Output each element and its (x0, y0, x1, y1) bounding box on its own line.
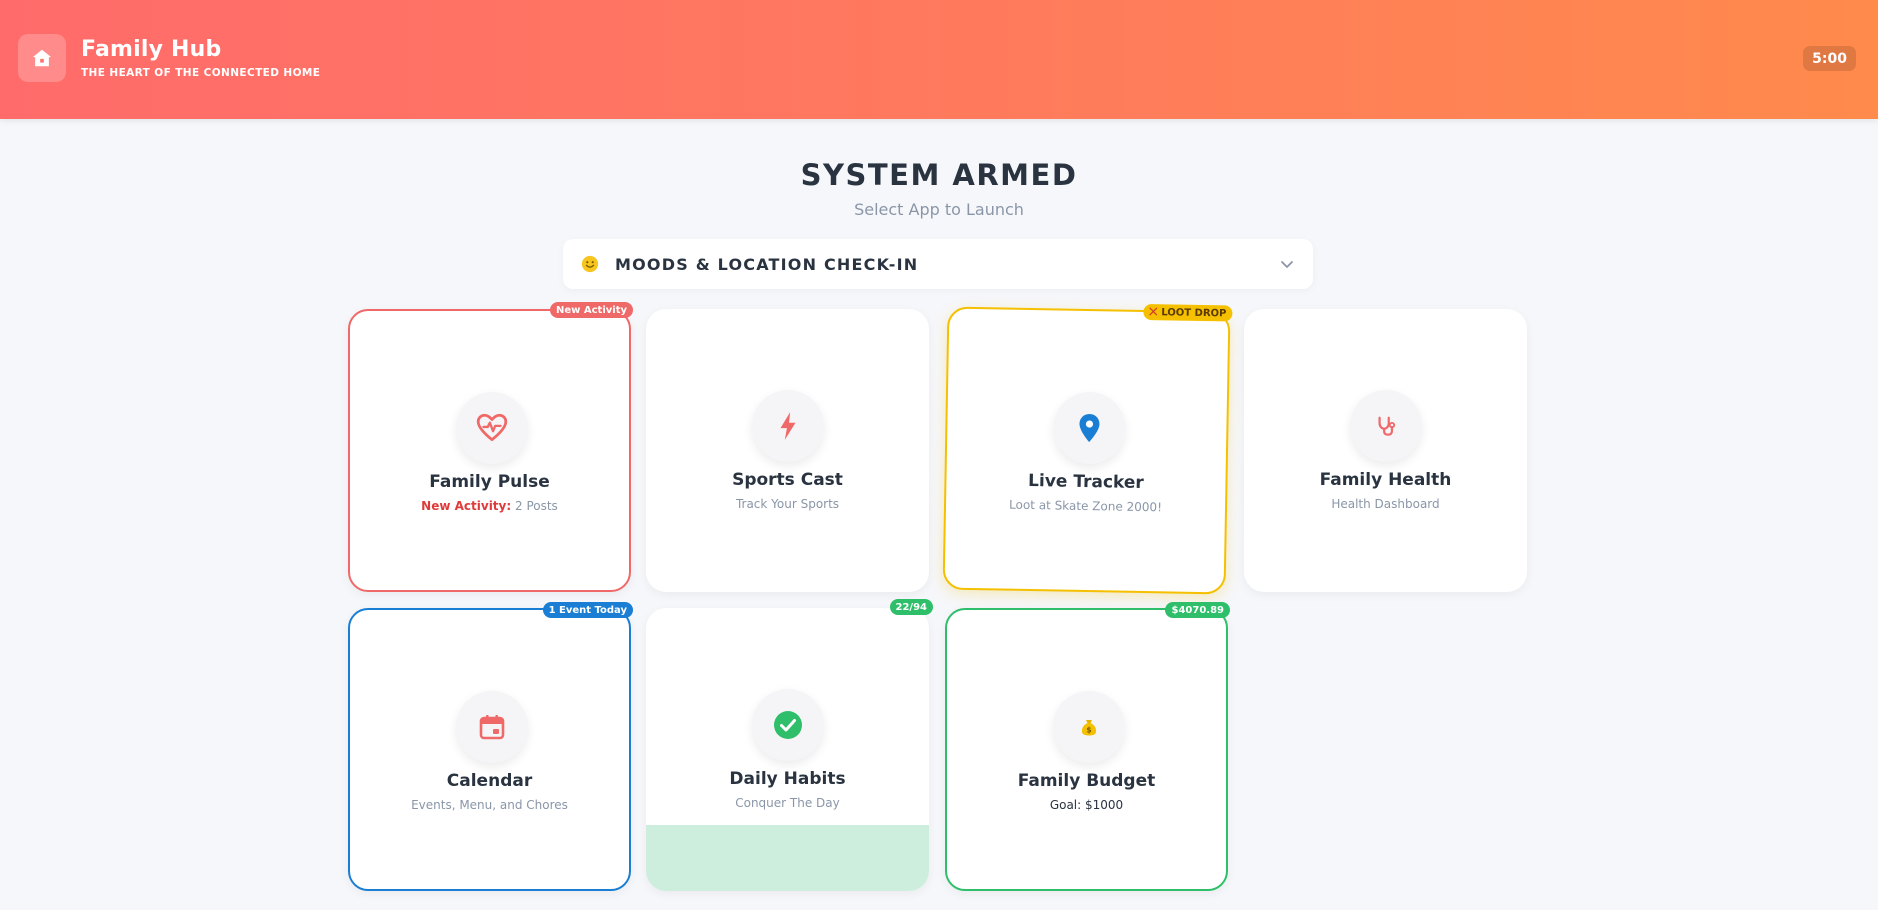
mood-checkin-label: MOODS & LOCATION CHECK-IN (615, 254, 919, 274)
loot-drop-label: LOOT DROP (1161, 306, 1227, 319)
card-title: Family Pulse (429, 472, 550, 492)
card-title: Family Budget (1017, 771, 1156, 791)
heart-pulse-icon (476, 413, 508, 442)
card-title: Calendar (446, 771, 533, 791)
post-count: 2 Posts (515, 499, 558, 513)
app-subtitle: THE HEART OF THE CONNECTED HOME (81, 67, 321, 79)
card-icon-wrap (752, 390, 824, 462)
money-bag-icon: $ (1081, 720, 1097, 736)
app-card-daily-habits[interactable]: 22/94 Daily Habits Conquer The Day (646, 599, 933, 891)
session-timer: 5:00 (1803, 46, 1856, 71)
app-card-live-tracker[interactable]: ⨉ LOOT DROP Live Tracker Loot at Skate Z… (942, 303, 1233, 595)
check-circle-icon (774, 711, 802, 739)
page-title: SYSTEM ARMED (800, 158, 1078, 192)
card-subtitle: Track Your Sports (735, 497, 840, 511)
card-title: Sports Cast (732, 470, 843, 490)
card-subtitle: Goal: $1000 (1049, 798, 1124, 812)
habits-count-badge: 22/94 (889, 599, 933, 615)
card-subtitle: Health Dashboard (1331, 497, 1440, 511)
page-subtitle: Select App to Launch (854, 200, 1024, 219)
app-card-calendar[interactable]: 1 Event Today Calendar Events, Menu, and… (348, 602, 633, 891)
card-subtitle: Conquer The Day (735, 796, 840, 810)
events-today-badge: 1 Event Today (542, 602, 633, 618)
card-title: Live Tracker (1027, 470, 1144, 494)
card-icon-wrap (456, 392, 528, 464)
habits-progress-fill (646, 824, 929, 891)
app-header: Family Hub THE HEART OF THE CONNECTED HO… (0, 0, 1878, 119)
new-activity-label: New Activity: (421, 499, 512, 513)
card-subtitle: Events, Menu, and Chores (411, 798, 568, 812)
lightning-icon (780, 412, 796, 440)
home-icon (32, 49, 52, 67)
app-title: Family Hub (81, 37, 222, 62)
card-icon-wrap: $ (1053, 691, 1125, 763)
new-activity-badge: New Activity (550, 302, 633, 318)
home-logo[interactable] (18, 34, 66, 82)
mood-checkin-dropdown[interactable]: MOODS & LOCATION CHECK-IN (563, 239, 1313, 289)
budget-total-badge: $4070.89 (1165, 602, 1230, 618)
trophy-icon: ⨉ (1149, 306, 1158, 318)
card-icon-wrap (752, 689, 824, 761)
card-icon-wrap (1052, 391, 1127, 465)
loot-drop-badge: ⨉ LOOT DROP (1143, 303, 1233, 322)
card-icon-wrap (1350, 390, 1422, 462)
card-icon-wrap (456, 691, 528, 763)
chevron-down-icon (1281, 261, 1293, 268)
app-card-sports-cast[interactable]: Sports Cast Track Your Sports (646, 309, 929, 592)
app-card-family-pulse[interactable]: New Activity Family Pulse New Activity: … (348, 302, 633, 592)
app-card-family-budget[interactable]: $4070.89 $ Family Budget Goal: $1000 (945, 602, 1230, 891)
card-subtitle: New Activity: 2 Posts (350, 499, 629, 513)
smiley-icon (581, 255, 599, 273)
location-pin-icon (1079, 414, 1100, 443)
card-title: Family Health (1319, 470, 1452, 490)
stethoscope-icon (1378, 416, 1396, 436)
svg-text:$: $ (1086, 726, 1091, 735)
calendar-icon (479, 715, 505, 740)
card-title: Daily Habits (729, 769, 846, 789)
app-card-family-health[interactable]: Family Health Health Dashboard (1244, 309, 1527, 592)
card-subtitle: Loot at Skate Zone 2000! (1008, 497, 1163, 515)
